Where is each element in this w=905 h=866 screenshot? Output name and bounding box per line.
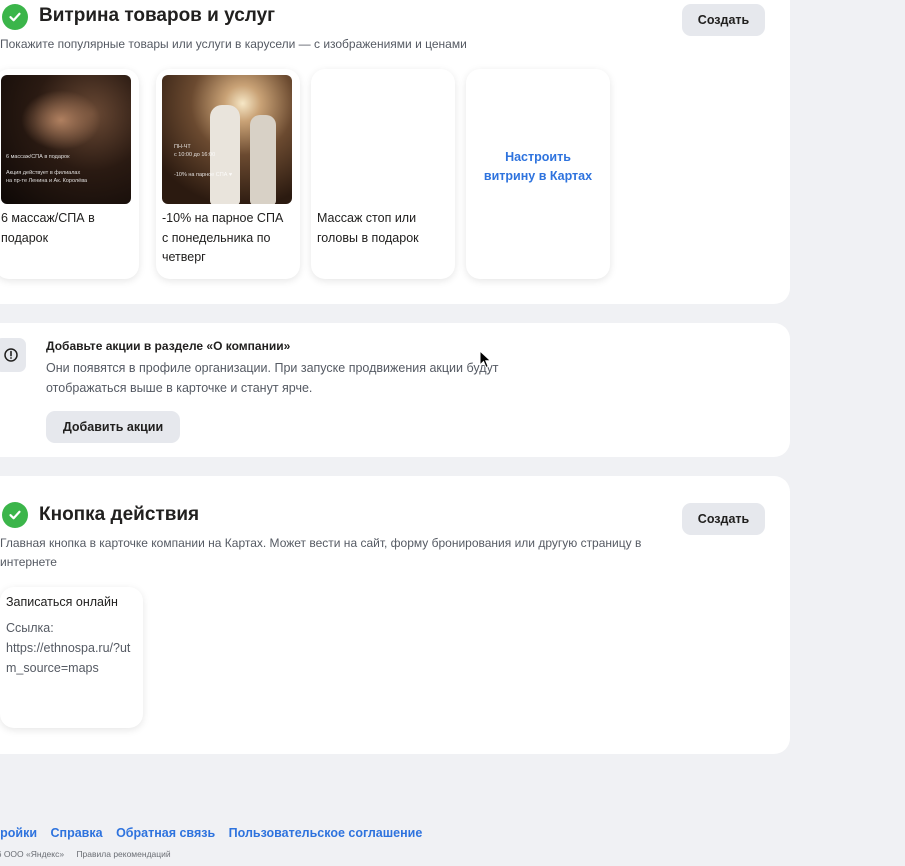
showcase-item-caption: Массаж стоп или головы в подарок <box>317 211 419 245</box>
showcase-item-caption: -10% на парное СПА с понедельника по чет… <box>162 211 284 264</box>
footer-link-user-agreement[interactable]: Пользовательское соглашение <box>229 826 423 840</box>
promo-title: Добавьте акции в разделе «О компании» <box>46 339 291 353</box>
image-overlay-text: на пр-те Ленина и Ак. Королёва <box>6 178 88 184</box>
footer-link-recommendation-rules[interactable]: Правила рекомендаций <box>76 849 170 859</box>
showcase-create-button[interactable]: Создать <box>682 4 765 36</box>
promo-hint-section: Добавьте акции в разделе «О компании» Он… <box>0 323 790 457</box>
action-button-link-value: https://ethnospa.ru/?utm_source=maps <box>6 641 131 675</box>
promo-text: Они появятся в профиле организации. При … <box>46 361 499 395</box>
footer-legal: 26 ООО «Яндекс» Правила рекомендаций <box>0 849 181 859</box>
check-circle-icon <box>2 4 28 30</box>
footer-link-help[interactable]: Справка <box>51 826 103 840</box>
configure-showcase-tile[interactable]: Настроить витрину в Картах <box>466 69 610 279</box>
showcase-item[interactable]: ПН-ЧТ с 10:00 до 16:00 -10% на парное СП… <box>156 69 300 279</box>
action-button-description: Главная кнопка в карточке компании на Ка… <box>0 536 642 569</box>
action-button-card[interactable]: Записаться онлайн Ссылка: https://ethnos… <box>0 587 143 728</box>
image-overlay-text: -10% на парное СПА ♥ <box>174 172 233 178</box>
showcase-item-image: ПН-ЧТ с 10:00 до 16:00 -10% на парное СП… <box>162 75 292 204</box>
image-overlay-text: ПН-ЧТ <box>174 144 191 150</box>
showcase-item[interactable]: Массаж стоп или головы в подарок <box>311 69 455 279</box>
showcase-title: Витрина товаров и услуг <box>39 5 276 26</box>
image-overlay-text: 6 массаж/СПА в подарок <box>6 154 70 160</box>
alert-icon <box>0 338 26 372</box>
photo-robe-shape <box>250 115 276 204</box>
footer-link-feedback[interactable]: Обратная связь <box>116 826 215 840</box>
configure-showcase-link[interactable]: Настроить витрину в Картах <box>478 148 598 187</box>
check-circle-icon <box>2 502 28 528</box>
footer-copyright: 26 ООО «Яндекс» <box>0 849 65 859</box>
showcase-section: Витрина товаров и услуг Покажите популяр… <box>0 0 790 304</box>
showcase-item-caption: 6 массаж/СПА в подарок <box>1 211 95 245</box>
action-button-create-button[interactable]: Создать <box>682 503 765 535</box>
showcase-item[interactable]: 6 массаж/СПА в подарок Акция действует в… <box>0 69 139 279</box>
add-promotions-button[interactable]: Добавить акции <box>46 411 180 443</box>
footer-link-settings[interactable]: тройки <box>0 826 37 840</box>
photo-massage-shape <box>21 90 101 150</box>
action-button-section: Кнопка действия Главная кнопка в карточк… <box>0 476 790 754</box>
image-overlay-text: с 10:00 до 16:00 <box>174 152 216 158</box>
showcase-description: Покажите популярные товары или услуги в … <box>0 37 467 51</box>
image-overlay-text: Акция действует в филиалах <box>6 170 81 176</box>
showcase-item-image: 6 массаж/СПА в подарок Акция действует в… <box>1 75 131 204</box>
mouse-cursor-icon <box>479 350 492 369</box>
action-button-name: Записаться онлайн <box>6 595 118 609</box>
action-button-link-label: Ссылка: <box>6 621 54 635</box>
action-button-title: Кнопка действия <box>39 504 200 525</box>
footer-links: тройки Справка Обратная связь Пользовате… <box>0 826 432 840</box>
